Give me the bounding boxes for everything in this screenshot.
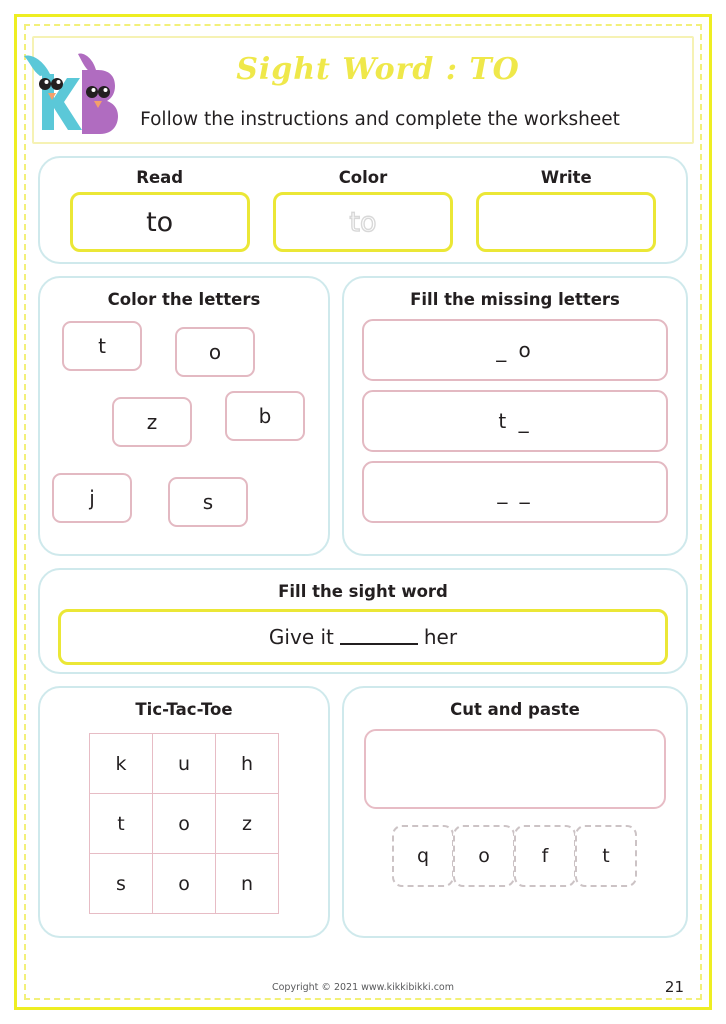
worksheet-footer: Copyright © 2021 www.kikkibikki.com 21 [30,978,696,1002]
cut-and-paste-panel: Cut and paste q o f t [342,686,688,938]
missing-letter-row[interactable]: t _ [362,390,668,452]
ttt-cell[interactable]: s [89,853,153,914]
ttt-cell[interactable]: o [152,793,216,854]
cut-tile[interactable]: f [514,825,576,887]
missing-letter-row[interactable]: _ _ [362,461,668,523]
worksheet-content: Sight Word : TO Follow the instructions … [24,30,696,994]
color-letters-area: t o z b j s [40,315,328,540]
bottom-activities-row: Tic-Tac-Toe k u h t o z s o n Cut and pa… [38,686,688,938]
ttt-cell[interactable]: u [152,733,216,794]
cut-and-paste-tiles: q o f t [344,825,686,887]
cut-tile[interactable]: q [392,825,454,887]
write-label: Write [540,168,592,187]
tic-tac-toe-grid: k u h t o z s o n [89,733,279,914]
letter-tile[interactable]: z [112,397,192,447]
write-answer-box[interactable] [476,192,657,252]
read-label: Read [136,168,184,187]
letter-tile[interactable]: s [168,477,248,527]
sentence-blank-line[interactable] [339,630,418,645]
ttt-cell[interactable]: z [215,793,279,854]
ttt-cell[interactable]: o [152,853,216,914]
fill-missing-letters-panel: Fill the missing letters _ o t _ _ _ [342,276,688,556]
read-color-write-panel: Read to Color to Write [38,156,688,264]
color-letters-title: Color the letters [107,290,261,309]
worksheet-header: Sight Word : TO Follow the instructions … [24,36,694,144]
letter-tile[interactable]: t [62,321,142,371]
ttt-cell[interactable]: h [215,733,279,794]
cut-tile[interactable]: t [575,825,637,887]
sight-word-sentence-box[interactable]: Give it her [58,609,668,665]
letter-tile[interactable]: b [225,391,305,441]
cut-tile[interactable]: o [453,825,515,887]
letter-tile[interactable]: o [175,327,255,377]
tic-tac-toe-title: Tic-Tac-Toe [135,700,233,719]
page-title: Sight Word : TO [236,52,520,87]
color-column: Color to [272,168,453,252]
table-row: s o n [89,853,279,914]
missing-letters-area: _ o t _ _ _ [344,309,686,523]
letter-tile[interactable]: j [52,473,132,523]
color-the-letters-panel: Color the letters t o z b j s [38,276,330,556]
ttt-cell[interactable]: n [215,853,279,914]
missing-letters-title: Fill the missing letters [410,290,620,309]
cut-and-paste-title: Cut and paste [450,700,580,719]
cut-and-paste-dropzone[interactable] [364,729,666,809]
tic-tac-toe-panel: Tic-Tac-Toe k u h t o z s o n [38,686,330,938]
middle-activities-row: Color the letters t o z b j s Fill the m… [38,276,688,556]
read-word-box: to [69,192,250,252]
ttt-cell[interactable]: k [89,733,153,794]
instructions-text: Follow the instructions and complete the… [140,109,620,130]
missing-letter-row[interactable]: _ o [362,319,668,381]
worksheet-page: Sight Word : TO Follow the instructions … [0,0,726,1024]
color-label: Color [338,168,388,187]
read-column: Read to [69,168,250,252]
table-row: t o z [89,793,279,854]
sentence-before-text: Give it [268,625,334,649]
tic-tac-toe-grid-wrap: k u h t o z s o n [40,733,328,914]
fill-sight-word-panel: Fill the sight word Give it her [38,568,688,674]
copyright-text: Copyright © 2021 www.kikkibikki.com [271,982,455,993]
page-number: 21 [664,978,684,996]
color-word-box[interactable]: to [272,192,453,252]
fill-sight-word-title: Fill the sight word [278,582,448,601]
write-column: Write [476,168,657,252]
ttt-cell[interactable]: t [89,793,153,854]
table-row: k u h [89,733,279,794]
sentence-after-text: her [423,625,458,649]
